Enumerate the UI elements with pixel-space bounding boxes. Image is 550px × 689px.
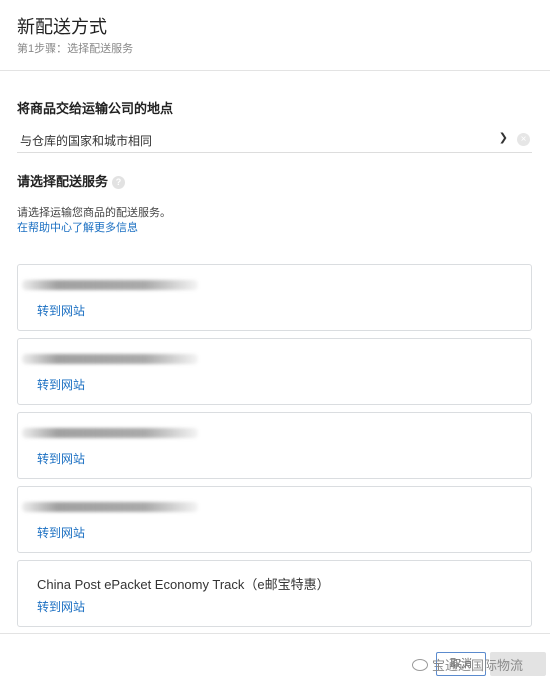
service-card[interactable]: 转到网站 <box>17 338 532 405</box>
redacted-service-name <box>22 354 198 364</box>
go-to-website-link[interactable]: 转到网站 <box>37 524 85 541</box>
dialog-header: 新配送方式 第1步骤：选择配送服务 <box>0 0 550 71</box>
handover-label: 将商品交给运输公司的地点 <box>17 101 174 116</box>
redacted-service-name <box>22 280 198 290</box>
go-to-website-link[interactable]: 转到网站 <box>37 450 85 467</box>
chevron-down-icon[interactable]: ❯ <box>499 131 508 144</box>
redacted-service-name <box>22 428 198 438</box>
help-center-link[interactable]: 在帮助中心了解更多信息 <box>17 219 138 235</box>
handover-select[interactable]: 与仓库的国家和城市相同 ❯ × <box>17 128 532 153</box>
step-subtitle: 第1步骤：选择配送服务 <box>17 43 134 55</box>
service-description: 请选择运输您商品的配送服务。 <box>17 207 171 219</box>
go-to-website-link[interactable]: 转到网站 <box>37 598 85 615</box>
watermark-text: 宝通达国际物流 <box>432 658 524 673</box>
go-to-website-link[interactable]: 转到网站 <box>37 302 85 319</box>
redacted-service-name <box>22 502 198 512</box>
service-section-heading: 请选择配送服务? <box>17 171 126 190</box>
wechat-icon <box>412 659 428 671</box>
go-to-website-link[interactable]: 转到网站 <box>37 376 85 393</box>
service-card[interactable]: 转到网站 <box>17 412 532 479</box>
dialog-title: 新配送方式 <box>17 17 107 37</box>
help-icon[interactable]: ? <box>112 176 126 189</box>
service-name: China Post ePacket Economy Track（e邮宝特惠） <box>37 577 330 592</box>
service-card[interactable]: 转到网站 <box>17 264 532 331</box>
service-label: 请选择配送服务 <box>17 174 109 189</box>
footer-divider <box>0 633 550 634</box>
service-card[interactable]: 转到网站 <box>17 486 532 553</box>
watermark: 宝通达国际物流 <box>412 655 523 674</box>
handover-select-value: 与仓库的国家和城市相同 <box>20 134 153 148</box>
service-card[interactable]: China Post ePacket Economy Track（e邮宝特惠） … <box>17 560 532 627</box>
clear-icon[interactable]: × <box>517 133 530 146</box>
